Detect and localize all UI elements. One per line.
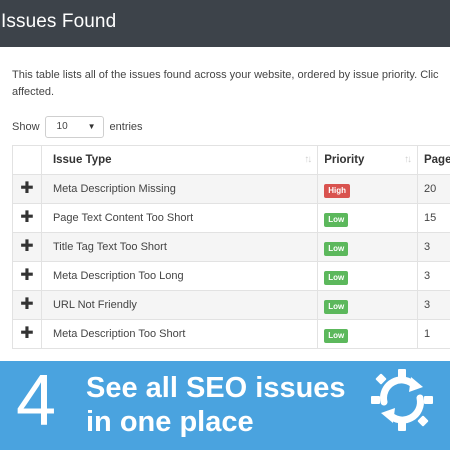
expand-cell[interactable]: ✚ [12,319,42,349]
table-row[interactable]: ✚ Meta Description Too Short Low 1 [12,319,450,349]
page-title: Issues Found [1,11,117,32]
issue-type-cell: URL Not Friendly [40,290,319,320]
issues-table: Issue Type ↑↓ Priority ↑↓ Pages ✚ Meta D… [12,145,450,349]
priority-cell: Low [317,232,418,262]
pages-cell: 3 [416,261,450,291]
description-line-2: affected. [12,86,54,98]
priority-badge: High [324,184,350,198]
entries-select[interactable]: 10 ▼ [44,116,104,138]
expand-cell[interactable]: ✚ [12,290,42,320]
priority-cell: Low [317,203,418,233]
plus-icon[interactable]: ✚ [20,238,33,255]
pages-cell: 15 [416,203,450,233]
priority-cell: Low [317,319,418,349]
promo-banner: 4 See all SEO issues in one place [0,361,450,450]
column-header-expand [12,145,42,175]
gear-sync-icon [371,369,433,431]
priority-cell: Low [317,290,418,320]
pages-cell: 3 [416,290,450,320]
expand-cell[interactable]: ✚ [12,261,42,291]
expand-cell[interactable]: ✚ [12,174,42,204]
priority-cell: Low [317,261,418,291]
issue-type-cell: Title Tag Text Too Short [40,232,319,262]
pages-cell: 3 [416,232,450,262]
sort-icon: ↑↓ [403,154,412,165]
entries-length-control: Show 10 ▼ entries [12,116,143,138]
priority-badge: Low [324,329,349,343]
table-row[interactable]: ✚ URL Not Friendly Low 3 [12,290,450,320]
pages-cell: 20 [416,174,450,204]
issue-type-cell: Page Text Content Too Short [40,203,319,233]
plus-icon[interactable]: ✚ [20,296,33,313]
priority-badge: Low [324,300,349,314]
plus-icon[interactable]: ✚ [20,180,33,197]
plus-icon[interactable]: ✚ [20,209,33,226]
plus-icon[interactable]: ✚ [20,267,33,284]
issue-type-cell: Meta Description Missing [40,174,319,204]
pages-cell: 1 [416,319,450,349]
show-label: Show [12,121,40,133]
priority-badge: Low [324,271,349,285]
column-header-priority[interactable]: Priority ↑↓ [317,145,418,175]
expand-cell[interactable]: ✚ [12,203,42,233]
table-description: This table lists all of the issues found… [12,67,450,101]
priority-badge: Low [324,213,349,227]
table-row[interactable]: ✚ Title Tag Text Too Short Low 3 [12,232,450,262]
banner-line-2: in one place [86,406,254,438]
table-row[interactable]: ✚ Page Text Content Too Short Low 15 [12,203,450,233]
step-number: 4 [16,361,57,441]
entries-label: entries [109,121,143,133]
table-row[interactable]: ✚ Meta Description Missing High 20 [12,174,450,204]
priority-badge: Low [324,242,349,256]
banner-text: See all SEO issues in one place [86,371,346,439]
page-header: Issues Found [0,0,450,47]
issue-type-cell: Meta Description Too Long [40,261,319,291]
entries-select-value: 10 [56,121,68,132]
sort-icon: ↑↓ [304,154,312,165]
column-header-pages[interactable]: Pages [416,145,450,175]
priority-cell: High [317,174,418,204]
plus-icon[interactable]: ✚ [20,325,33,342]
expand-cell[interactable]: ✚ [12,232,42,262]
banner-line-1: See all SEO issues [86,372,346,404]
description-line-1: This table lists all of the issues found… [12,69,439,81]
table-header-row: Issue Type ↑↓ Priority ↑↓ Pages [12,145,450,175]
issue-type-cell: Meta Description Too Short [40,319,319,349]
table-row[interactable]: ✚ Meta Description Too Long Low 3 [12,261,450,291]
chevron-down-icon: ▼ [87,122,96,131]
column-header-issue-type[interactable]: Issue Type ↑↓ [40,145,319,175]
